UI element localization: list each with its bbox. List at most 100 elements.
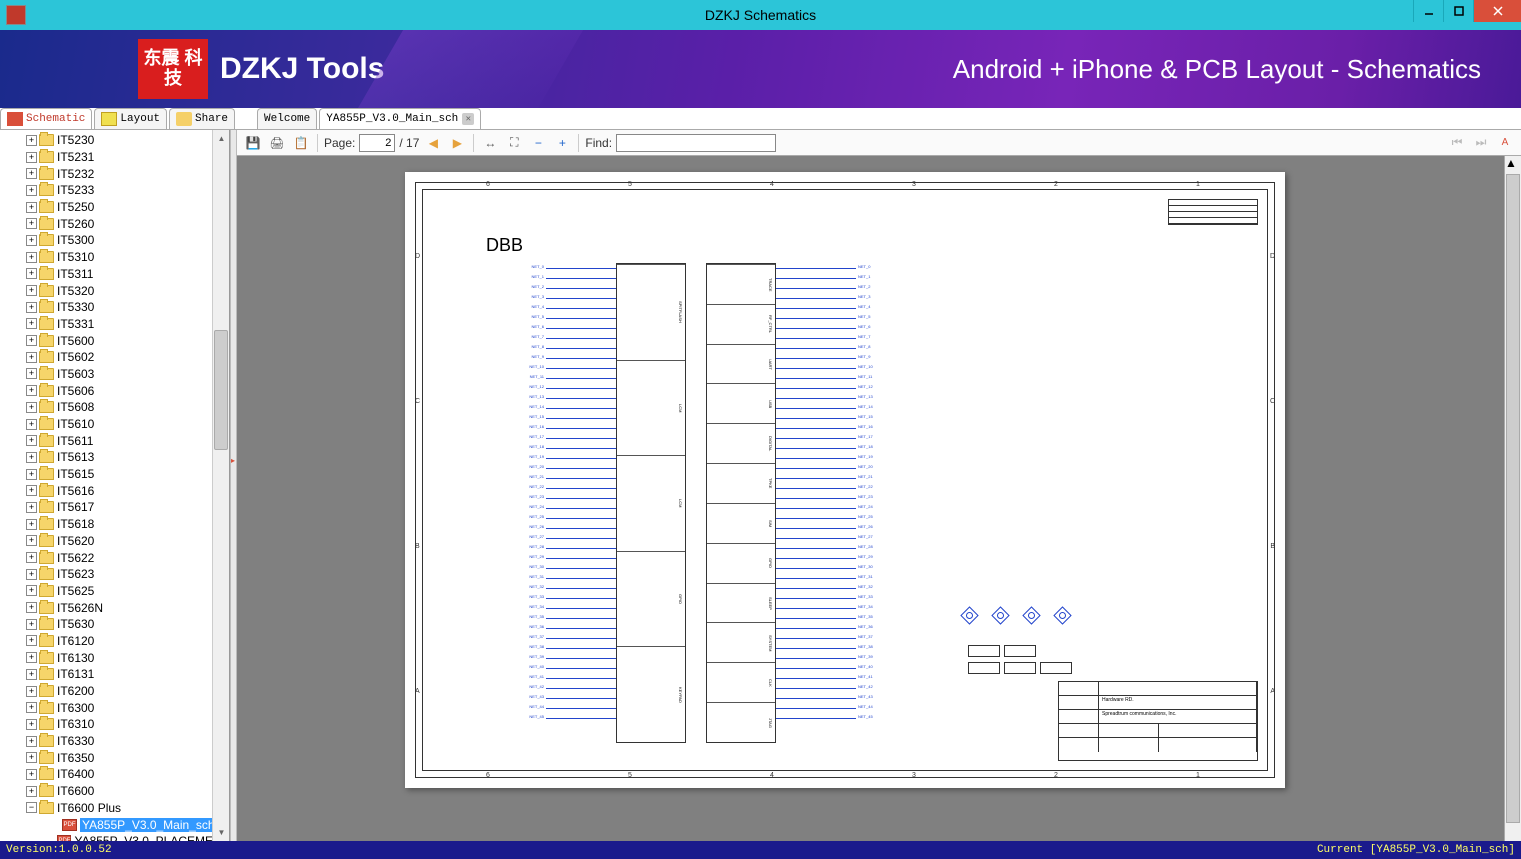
tree-folder[interactable]: +IT5615: [4, 466, 229, 483]
tree-folder[interactable]: +IT5606: [4, 382, 229, 399]
tab-schematic[interactable]: Schematic: [0, 108, 92, 129]
expand-icon[interactable]: +: [26, 669, 37, 680]
expand-icon[interactable]: +: [26, 302, 37, 313]
scroll-up-icon[interactable]: ▲: [1505, 156, 1521, 170]
expand-icon[interactable]: +: [26, 368, 37, 379]
tab-welcome[interactable]: Welcome: [257, 108, 317, 129]
expand-icon[interactable]: +: [26, 769, 37, 780]
expand-icon[interactable]: +: [26, 235, 37, 246]
expand-icon[interactable]: +: [26, 502, 37, 513]
tree-folder[interactable]: +IT5630: [4, 616, 229, 633]
find-prev-button[interactable]: ⏮: [1447, 133, 1467, 153]
tree-folder[interactable]: +IT5250: [4, 199, 229, 216]
tree-folder[interactable]: +IT5625: [4, 583, 229, 600]
tree-folder-expanded[interactable]: −IT6600 Plus: [4, 800, 229, 817]
find-next-button[interactable]: ⏭: [1471, 133, 1491, 153]
expand-icon[interactable]: +: [26, 252, 37, 263]
splitter[interactable]: [230, 130, 237, 841]
expand-icon[interactable]: +: [26, 585, 37, 596]
expand-icon[interactable]: +: [26, 419, 37, 430]
scroll-up-icon[interactable]: ▲: [213, 130, 230, 147]
expand-icon[interactable]: +: [26, 285, 37, 296]
expand-icon[interactable]: +: [26, 569, 37, 580]
tree-folder[interactable]: +IT5608: [4, 399, 229, 416]
expand-icon[interactable]: +: [26, 652, 37, 663]
zoom-in-button[interactable]: +: [552, 133, 572, 153]
collapse-icon[interactable]: −: [26, 802, 37, 813]
expand-icon[interactable]: +: [26, 552, 37, 563]
expand-icon[interactable]: +: [26, 152, 37, 163]
expand-icon[interactable]: +: [26, 736, 37, 747]
minimize-button[interactable]: [1413, 0, 1443, 22]
print-button[interactable]: 🖨: [267, 133, 287, 153]
tree-folder[interactable]: +IT6200: [4, 683, 229, 700]
expand-icon[interactable]: +: [26, 352, 37, 363]
tree-scrollbar[interactable]: ▲ ▼: [212, 130, 229, 841]
prev-page-button[interactable]: ◀: [423, 133, 443, 153]
expand-icon[interactable]: +: [26, 702, 37, 713]
scroll-thumb[interactable]: [1506, 174, 1520, 823]
tree-folder[interactable]: +IT5331: [4, 316, 229, 333]
expand-icon[interactable]: +: [26, 485, 37, 496]
tab-layout[interactable]: Layout: [94, 108, 167, 129]
expand-icon[interactable]: +: [26, 469, 37, 480]
scroll-down-icon[interactable]: ▼: [213, 824, 230, 841]
fit-page-button[interactable]: ⛶: [504, 133, 524, 153]
tree-folder[interactable]: +IT5232: [4, 165, 229, 182]
expand-icon[interactable]: +: [26, 452, 37, 463]
tree-folder[interactable]: +IT5603: [4, 366, 229, 383]
copy-button[interactable]: 📋: [291, 133, 311, 153]
expand-icon[interactable]: +: [26, 218, 37, 229]
save-button[interactable]: 💾: [243, 133, 263, 153]
expand-icon[interactable]: +: [26, 318, 37, 329]
tree-folder[interactable]: +IT5600: [4, 332, 229, 349]
tree-folder[interactable]: +IT6130: [4, 649, 229, 666]
tab-share[interactable]: Share: [169, 108, 235, 129]
tree-folder[interactable]: +IT6330: [4, 733, 229, 750]
tree-folder[interactable]: +IT6131: [4, 666, 229, 683]
expand-icon[interactable]: +: [26, 168, 37, 179]
tree-folder[interactable]: +IT5602: [4, 349, 229, 366]
expand-icon[interactable]: +: [26, 185, 37, 196]
tree-folder[interactable]: +IT5611: [4, 432, 229, 449]
expand-icon[interactable]: +: [26, 786, 37, 797]
expand-icon[interactable]: +: [26, 635, 37, 646]
tree-folder[interactable]: +IT5626N: [4, 599, 229, 616]
tree-folder[interactable]: +IT5310: [4, 249, 229, 266]
tree-folder[interactable]: +IT5260: [4, 215, 229, 232]
tree-folder[interactable]: +IT6350: [4, 749, 229, 766]
tree-folder[interactable]: +IT5330: [4, 299, 229, 316]
scroll-thumb[interactable]: [214, 330, 228, 450]
expand-icon[interactable]: +: [26, 202, 37, 213]
tree-folder[interactable]: +IT5623: [4, 566, 229, 583]
tree-folder[interactable]: +IT5230: [4, 132, 229, 149]
tree-folder[interactable]: +IT5618: [4, 516, 229, 533]
tree-folder[interactable]: +IT6120: [4, 633, 229, 650]
page-number-input[interactable]: [359, 134, 395, 152]
find-input[interactable]: [616, 134, 776, 152]
tree-folder[interactable]: +IT5620: [4, 533, 229, 550]
tree-folder[interactable]: +IT6300: [4, 699, 229, 716]
tree-folder[interactable]: +IT5300: [4, 232, 229, 249]
tree-folder[interactable]: +IT6600: [4, 783, 229, 800]
viewer-scrollbar[interactable]: ▲ ▼: [1504, 156, 1521, 841]
text-style-button[interactable]: A: [1495, 133, 1515, 153]
tree-folder[interactable]: +IT5610: [4, 416, 229, 433]
tree-folder[interactable]: +IT6310: [4, 716, 229, 733]
expand-icon[interactable]: +: [26, 686, 37, 697]
expand-icon[interactable]: +: [26, 402, 37, 413]
canvas-area[interactable]: 665544332211 DDCCBBAA DBB SPITFLASHLCMLC…: [237, 156, 1521, 841]
tree-file[interactable]: PDFYA855P_V3.0_Main_sch: [4, 816, 229, 833]
fit-width-button[interactable]: ↔: [480, 133, 500, 153]
tree-folder[interactable]: +IT6400: [4, 766, 229, 783]
expand-icon[interactable]: +: [26, 535, 37, 546]
tree-folder[interactable]: +IT5320: [4, 282, 229, 299]
tree-folder[interactable]: +IT5617: [4, 499, 229, 516]
expand-icon[interactable]: +: [26, 435, 37, 446]
expand-icon[interactable]: +: [26, 602, 37, 613]
expand-icon[interactable]: +: [26, 619, 37, 630]
tree-folder[interactable]: +IT5311: [4, 266, 229, 283]
close-button[interactable]: [1473, 0, 1521, 22]
tree-folder[interactable]: +IT5233: [4, 182, 229, 199]
tree-file[interactable]: PDFYA855P_V3.0_PLACEMENT: [4, 833, 229, 841]
